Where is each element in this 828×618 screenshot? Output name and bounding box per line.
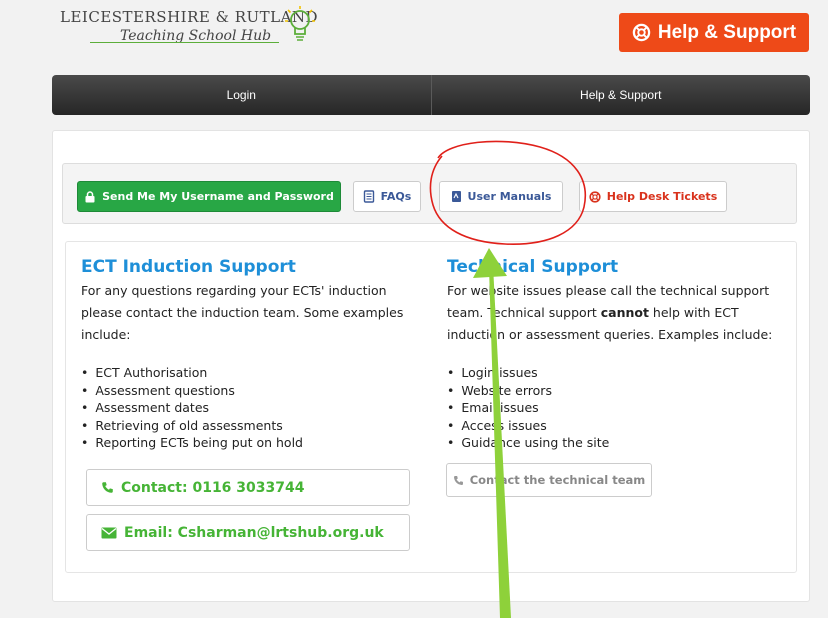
bulb-icon xyxy=(285,6,315,41)
book-icon xyxy=(363,190,374,203)
user-manuals-label: User Manuals xyxy=(467,190,552,203)
list-item: Email issues xyxy=(447,399,787,417)
contact-technical-team-button[interactable]: Contact the technical team xyxy=(446,463,652,497)
site-logo[interactable]: LEICESTERSHIRE & RUTLAND Teaching School… xyxy=(60,6,320,52)
send-credentials-label: Send Me My Username and Password xyxy=(102,190,334,203)
list-item: Reporting ECTs being put on hold xyxy=(81,434,426,452)
phone-icon xyxy=(453,475,463,485)
main-nav: Login Help & Support xyxy=(52,75,810,115)
lock-icon xyxy=(85,190,95,202)
logo-line1: LEICESTERSHIRE & RUTLAND xyxy=(60,8,319,26)
list-item: Assessment questions xyxy=(81,382,426,400)
nav-item-login[interactable]: Login xyxy=(52,75,431,115)
contact-phone-label: Contact: 0116 3033744 xyxy=(121,479,305,496)
list-item: Retrieving of old assessments xyxy=(81,417,426,435)
send-credentials-button[interactable]: Send Me My Username and Password xyxy=(77,181,341,212)
faqs-label: FAQs xyxy=(380,190,412,203)
technical-support-intro: For website issues please call the techn… xyxy=(447,280,787,346)
list-item: Assessment dates xyxy=(81,399,426,417)
help-desk-tickets-label: Help Desk Tickets xyxy=(606,190,718,203)
list-item: Login issues xyxy=(447,364,787,382)
ect-support-section: ECT Induction Support For any questions … xyxy=(81,256,426,452)
user-manuals-button[interactable]: User Manuals xyxy=(439,181,563,212)
manual-icon xyxy=(451,191,461,202)
ect-support-intro: For any questions regarding your ECTs' i… xyxy=(81,283,404,342)
list-item: Access issues xyxy=(447,417,787,435)
help-desk-tickets-button[interactable]: Help Desk Tickets xyxy=(579,181,727,212)
lifebuoy-icon xyxy=(632,23,651,42)
list-item: Guidance using the site xyxy=(447,434,787,452)
contact-phone-button[interactable]: Contact: 0116 3033744 xyxy=(86,469,410,506)
contact-technical-team-label: Contact the technical team xyxy=(469,473,646,487)
ect-support-title: ECT Induction Support xyxy=(81,257,296,277)
envelope-icon xyxy=(101,527,117,538)
intro-emphasis: cannot xyxy=(600,305,649,320)
logo-line2: Teaching School Hub xyxy=(89,28,280,44)
help-support-button[interactable]: Help & Support xyxy=(619,13,809,52)
phone-icon xyxy=(102,482,113,493)
nav-item-help-support[interactable]: Help & Support xyxy=(430,75,811,115)
faqs-button[interactable]: FAQs xyxy=(353,181,421,212)
technical-support-section: Technical Support For website issues ple… xyxy=(447,256,787,452)
contact-email-button[interactable]: Email: Csharman@lrtshub.org.uk xyxy=(86,514,410,551)
lifebuoy-icon xyxy=(589,190,601,203)
ect-support-list: ECT Authorisation Assessment questions A… xyxy=(81,364,426,452)
list-item: ECT Authorisation xyxy=(81,364,426,382)
technical-support-title: Technical Support xyxy=(447,257,619,277)
help-support-label: Help & Support xyxy=(657,21,797,43)
technical-support-list: Login issues Website errors Email issues… xyxy=(447,364,787,452)
contact-email-label: Email: Csharman@lrtshub.org.uk xyxy=(124,524,384,541)
list-item: Website errors xyxy=(447,382,787,400)
